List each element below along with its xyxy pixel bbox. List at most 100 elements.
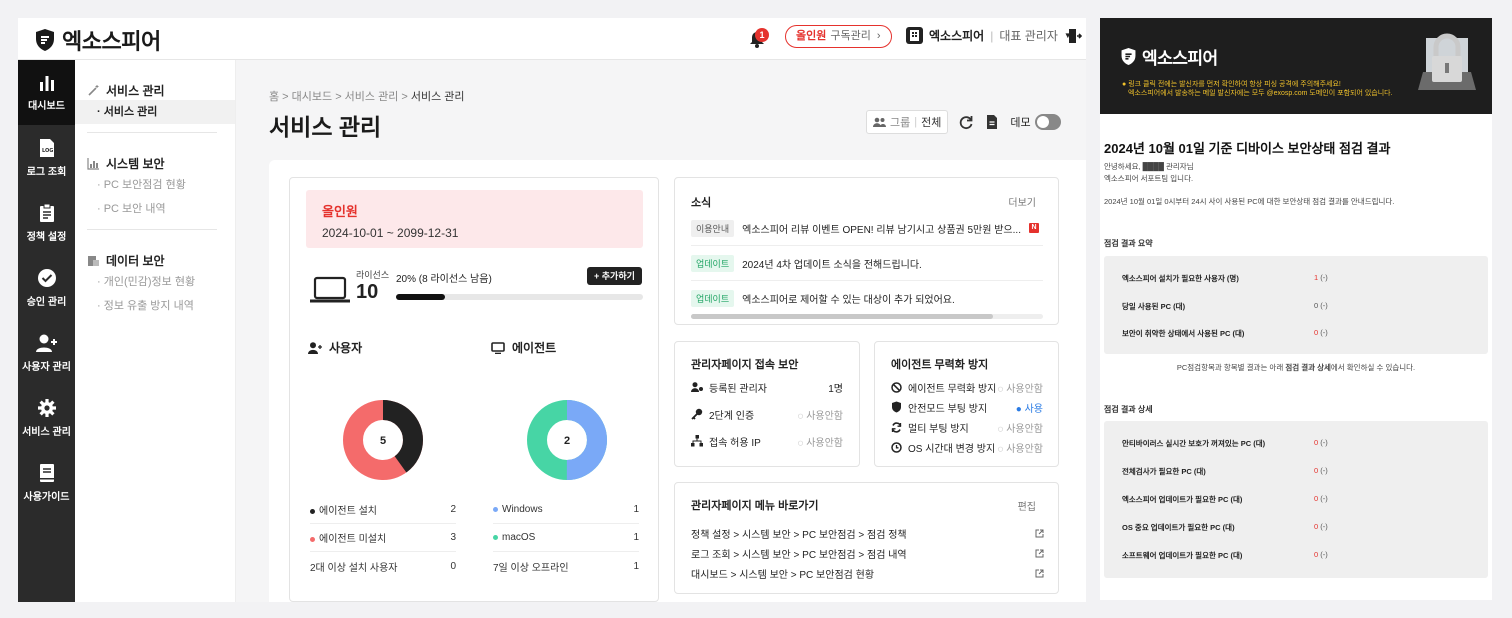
add-license-button[interactable]: + 추가하기 bbox=[587, 267, 642, 285]
group-filter-button[interactable]: 그룹 | 전체 bbox=[866, 110, 949, 134]
detail-count: 0 bbox=[1314, 466, 1319, 475]
users-total: 5 bbox=[380, 435, 386, 447]
subnav-item-leak-prevention[interactable]: · 정보 유출 방지 내역 bbox=[87, 294, 235, 318]
summary-delta: (-) bbox=[1320, 273, 1328, 282]
summary-label: 엑소스피어 설치가 필요한 사용자 (명) bbox=[1122, 274, 1239, 283]
protection-row: 멀티 부팅 방지 ◌ 사용안함 bbox=[891, 416, 1043, 438]
subnav-item-pc-history[interactable]: · PC 보안 내역 bbox=[87, 197, 235, 221]
brand-logo[interactable]: 엑소스피어 bbox=[34, 24, 161, 56]
file-icon[interactable] bbox=[984, 114, 1000, 130]
sidebar-item-service[interactable]: 서비스 관리 bbox=[18, 385, 75, 450]
shortcut-item[interactable]: 대시보드 > 시스템 보안 > PC 보안점검 현황 bbox=[691, 563, 1044, 583]
new-badge: N bbox=[1028, 223, 1039, 233]
plan-name: 올인원 bbox=[796, 30, 827, 42]
plan-name: 올인원 bbox=[322, 204, 358, 219]
database-icon bbox=[88, 255, 99, 266]
detail-delta: (-) bbox=[1320, 466, 1328, 475]
news-scrollbar[interactable] bbox=[691, 314, 1043, 319]
plan-box: 올인원 2024-10-01 ~ 2099-12-31 bbox=[306, 190, 643, 248]
legend-label: Windows bbox=[502, 504, 543, 515]
laptop-lock-icon bbox=[1418, 33, 1476, 90]
shortcut-label: 정책 설정 > 시스템 보안 > PC 보안점검 > 점검 정책 bbox=[691, 529, 907, 541]
plan-card: 올인원 2024-10-01 ~ 2099-12-31 라이선스 10 20% … bbox=[289, 177, 659, 602]
legend-row: 2대 이상 설치 사용자 0 bbox=[310, 552, 456, 580]
users-donut-chart: 5 bbox=[343, 400, 423, 480]
shortcut-item[interactable]: 정책 설정 > 시스템 보안 > PC 보안점검 > 점검 정책 bbox=[691, 523, 1044, 543]
admin-user-icon bbox=[691, 382, 703, 392]
security-label: 접속 허용 IP bbox=[709, 437, 761, 449]
detail-label: OS 중요 업데이트가 필요한 PC (대) bbox=[1122, 523, 1235, 532]
subnav-heading[interactable]: 서비스 관리 bbox=[87, 80, 235, 100]
subnav-heading[interactable]: 데이터 보안 bbox=[87, 250, 235, 270]
subnav-item-service-manage[interactable]: · 서비스 관리 bbox=[75, 100, 235, 124]
breadcrumb-path[interactable]: 홈 > 대시보드 > 서비스 관리 > bbox=[269, 91, 411, 103]
bar-chart-icon bbox=[87, 157, 99, 170]
email-header: 엑소스피어 ● 링크 클릭 전에는 발신자를 먼저 확인하여 항상 피싱 공격에… bbox=[1100, 18, 1492, 114]
license-usage-fill bbox=[396, 294, 446, 300]
agents-title: 에이전트 bbox=[512, 341, 557, 355]
refresh-icon[interactable] bbox=[958, 114, 974, 130]
protection-value: ◌ 사용안함 bbox=[997, 383, 1043, 395]
demo-toggle[interactable] bbox=[1034, 114, 1061, 130]
shield-logo-icon bbox=[36, 29, 54, 51]
shortcut-edit-link[interactable]: 편집 bbox=[1018, 498, 1036, 513]
admin-security-card: 관리자페이지 접속 보안 등록된 관리자 1명 2단계 인증 ◌ 사용안함 접속… bbox=[674, 341, 860, 467]
detail-value: 0 (-) bbox=[1314, 438, 1328, 447]
detail-delta: (-) bbox=[1320, 438, 1328, 447]
detail-count: 0 bbox=[1314, 438, 1319, 447]
license-usage-text: 20% (8 라이선스 남음) bbox=[396, 274, 492, 285]
subnav-item-pc-check[interactable]: · PC 보안점검 현황 bbox=[87, 173, 235, 197]
subnav-heading-label: 서비스 관리 bbox=[106, 83, 165, 98]
user-icon bbox=[308, 341, 322, 354]
detail-title: 점검 결과 상세 bbox=[1104, 405, 1153, 414]
shortcut-item[interactable]: 로그 조회 > 시스템 보안 > PC 보안점검 > 점검 내역 bbox=[691, 543, 1044, 563]
warning-line: 엑소스피어에서 발송하는 메일 발신자에는 모두 @exosp.com 도메인이… bbox=[1128, 90, 1393, 97]
sidebar-label: 사용가이드 bbox=[23, 491, 70, 503]
security-row: 2단계 인증 ◌ 사용안함 bbox=[691, 403, 843, 425]
detail-value: 0 (-) bbox=[1314, 550, 1328, 559]
scrollbar-thumb[interactable] bbox=[691, 314, 993, 319]
legend-row: 에이전트 미설치 3 bbox=[310, 524, 456, 552]
group-value: 전체 bbox=[921, 117, 942, 129]
org-switcher[interactable]: 엑소스피어 | 대표 관리자 ▼ bbox=[906, 27, 1072, 44]
news-item[interactable]: 업데이트 엑소스피어로 제어할 수 있는 대상이 추가 되었어요. bbox=[691, 281, 1043, 316]
subnav-heading[interactable]: 시스템 보안 bbox=[87, 153, 235, 173]
network-icon bbox=[691, 435, 703, 447]
add-user-icon bbox=[35, 334, 57, 352]
summary-delta: (-) bbox=[1320, 328, 1328, 337]
logout-icon[interactable] bbox=[1068, 28, 1082, 44]
sidebar-item-guide[interactable]: 사용가이드 bbox=[18, 450, 75, 515]
news-tag: 업데이트 bbox=[691, 290, 735, 307]
subnav-item-private-info[interactable]: · 개인(민감)정보 현황 bbox=[87, 270, 235, 294]
legend-value: 3 bbox=[450, 532, 456, 543]
detail-box: 안티바이러스 실시간 보호가 꺼져있는 PC (대) 0 (-) 전체검사가 필… bbox=[1104, 421, 1488, 578]
sidebar-item-policy[interactable]: 정책 설정 bbox=[18, 190, 75, 255]
divider bbox=[87, 132, 217, 133]
brand-name: 엑소스피어 bbox=[62, 29, 161, 54]
demo-toggle-group: 데모 bbox=[1010, 114, 1061, 130]
news-item[interactable]: 업데이트 2024년 4차 업데이트 소식을 전해드립니다. bbox=[691, 246, 1043, 281]
notification-badge: 1 bbox=[755, 28, 769, 42]
ban-icon bbox=[891, 381, 902, 393]
subscription-button[interactable]: 올인원 구독관리 › bbox=[785, 25, 892, 48]
sidebar-item-dashboard[interactable]: 대시보드 bbox=[18, 60, 75, 125]
detail-count: 0 bbox=[1314, 494, 1319, 503]
summary-count: 1 bbox=[1314, 273, 1319, 282]
sidebar-item-users[interactable]: 사용자 관리 bbox=[18, 320, 75, 385]
warning-line: ● 링크 클릭 전에는 발신자를 먼저 확인하여 항상 피싱 공격에 주의해주세… bbox=[1122, 80, 1393, 89]
sidebar-item-logs[interactable]: LOG 로그 조회 bbox=[18, 125, 75, 190]
news-more-link[interactable]: 더보기 bbox=[1008, 194, 1036, 209]
news-item[interactable]: 이용안내 엑소스피어 리뷰 이벤트 OPEN! 리뷰 남기시고 상품권 5만원 … bbox=[691, 211, 1043, 246]
email-greeting: 안녕하세요, ████ 관리자님 bbox=[1104, 162, 1194, 171]
sidebar-item-approval[interactable]: 승인 관리 bbox=[18, 255, 75, 320]
shield-logo-icon bbox=[1121, 48, 1136, 65]
security-label: 등록된 관리자 bbox=[709, 383, 767, 395]
legend-value: 1 bbox=[633, 560, 639, 572]
protection-status: 사용 bbox=[1024, 403, 1043, 415]
org-name: 엑소스피어 bbox=[929, 29, 985, 43]
legend-label: 에이전트 미설치 bbox=[319, 534, 387, 545]
email-logo: 엑소스피어 bbox=[1120, 44, 1218, 69]
sync-icon bbox=[891, 421, 902, 433]
summary-value: 1 (-) bbox=[1314, 273, 1328, 282]
license-usage-bar bbox=[396, 294, 643, 300]
